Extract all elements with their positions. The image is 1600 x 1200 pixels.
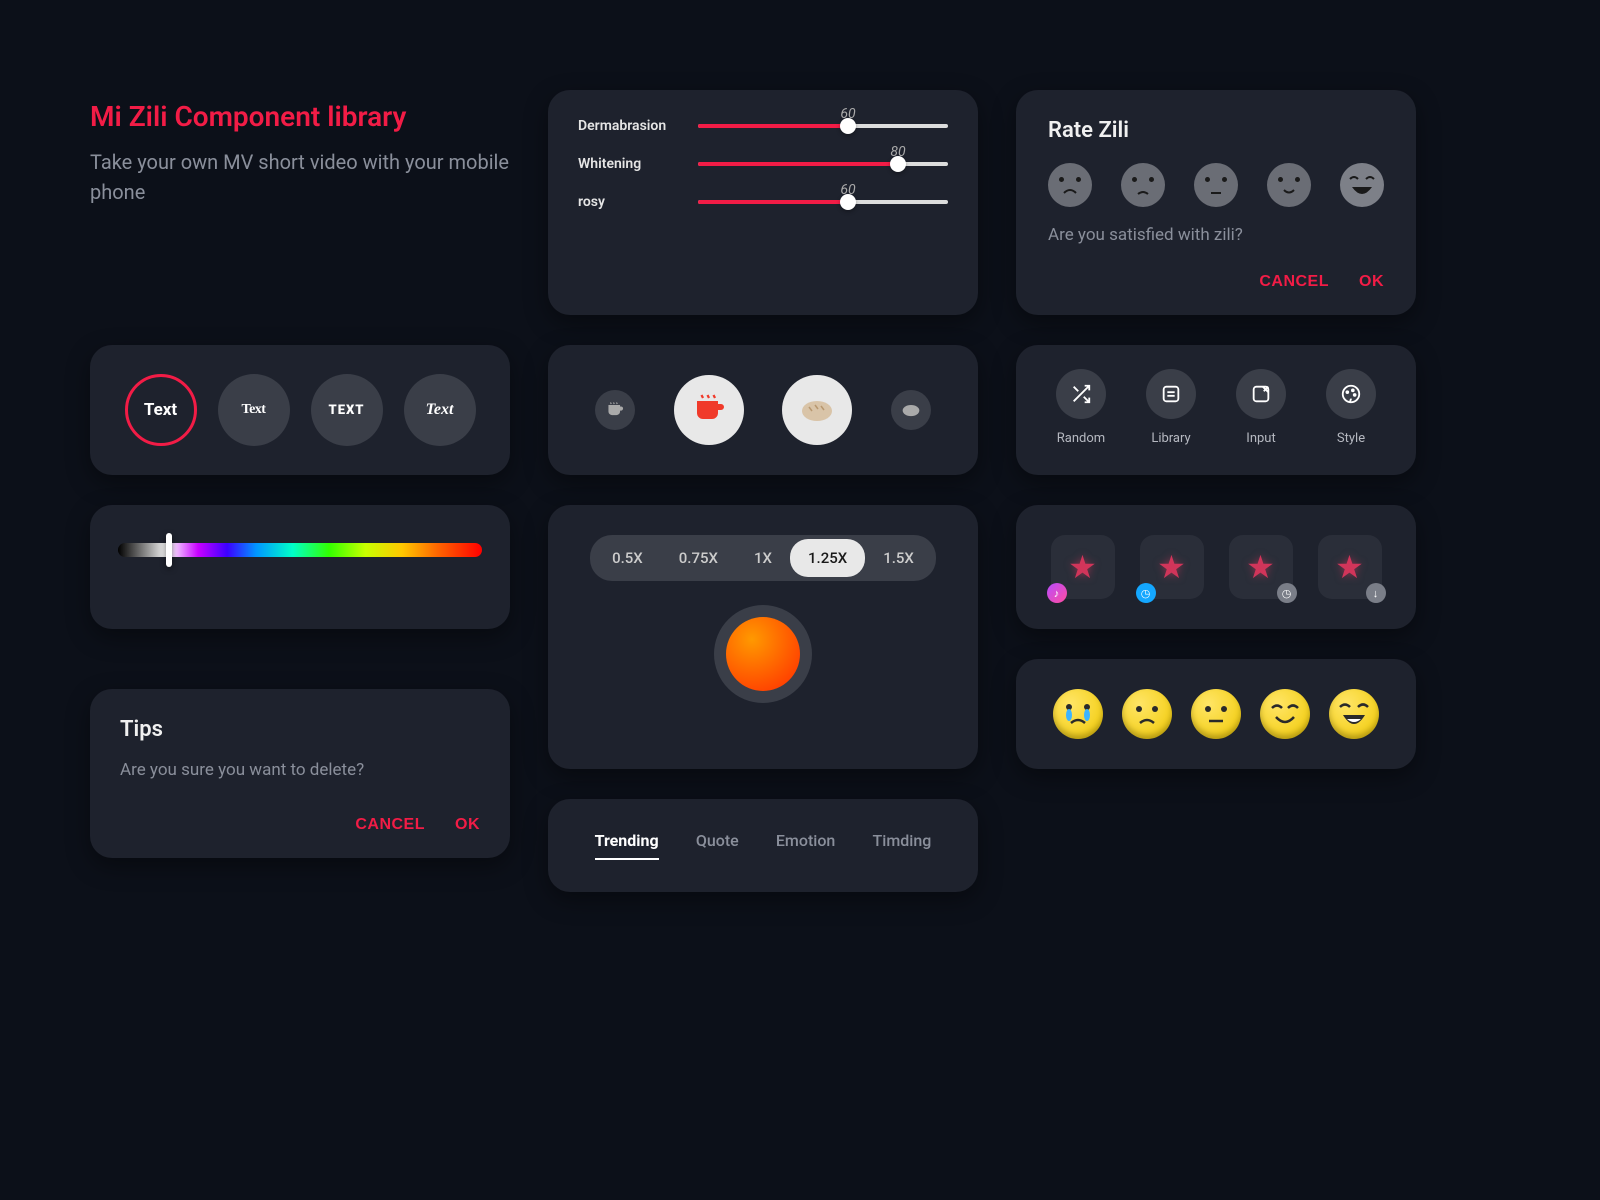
action-label: Random [1057, 431, 1105, 446]
star-icon: ★ [1246, 548, 1275, 586]
slider-label: Dermabrasion [578, 118, 698, 134]
tabs-card: Trending Quote Emotion Timding [548, 799, 978, 892]
rate-dialog: Rate Zili Are you satisfied with zili? C… [1016, 90, 1416, 315]
style-button[interactable]: Style [1326, 369, 1376, 451]
library-icon [1160, 383, 1182, 405]
star-icon: ★ [1157, 548, 1186, 586]
ok-button[interactable]: OK [455, 816, 480, 834]
rate-title: Rate Zili [1048, 118, 1384, 143]
tips-title: Tips [120, 717, 480, 742]
action-buttons-card: Random Library Input Style [1016, 345, 1416, 475]
tab-emotion[interactable]: Emotion [776, 831, 835, 860]
slider-label: rosy [578, 194, 698, 210]
text-style-condensed[interactable]: Text [218, 374, 290, 446]
page-subtitle: Take your own MV short video with your m… [90, 147, 510, 207]
effect-item[interactable]: ★♪ [1051, 535, 1115, 599]
speed-record-card: 0.5X 0.75X 1X 1.25X 1.5X [548, 505, 978, 769]
emoji-sad[interactable] [1122, 689, 1172, 739]
rate-face-neutral[interactable] [1194, 163, 1238, 207]
beauty-sliders-card: Dermabrasion 60 Whitening 80 rosy 60 [548, 90, 978, 315]
rate-face-sad[interactable] [1121, 163, 1165, 207]
effect-item[interactable]: ★◷ [1229, 535, 1293, 599]
tab-timding[interactable]: Timding [873, 831, 932, 860]
text-style-italic[interactable]: Text [404, 374, 476, 446]
music-icon: ♪ [1047, 583, 1067, 603]
speed-segmented: 0.5X 0.75X 1X 1.25X 1.5X [590, 535, 936, 581]
effect-item[interactable]: ★↓ [1318, 535, 1382, 599]
speed-1-25x[interactable]: 1.25X [790, 539, 865, 577]
cancel-button[interactable]: CANCEL [1259, 273, 1329, 291]
slider-label: Whitening [578, 156, 698, 172]
rate-face-crying[interactable] [1048, 163, 1092, 207]
style-icon [1340, 383, 1362, 405]
cancel-button[interactable]: CANCEL [355, 816, 425, 834]
emoji-card [1016, 659, 1416, 769]
star-icon: ★ [1068, 548, 1097, 586]
emoji-happy[interactable] [1260, 689, 1310, 739]
tab-trending[interactable]: Trending [595, 831, 659, 860]
cup-icon[interactable] [674, 375, 744, 445]
ok-button[interactable]: OK [1359, 273, 1384, 291]
color-slider[interactable] [118, 543, 482, 557]
rate-question: Are you satisfied with zili? [1048, 225, 1384, 245]
rate-face-happy[interactable] [1267, 163, 1311, 207]
action-label: Input [1246, 431, 1275, 446]
library-button[interactable]: Library [1146, 369, 1196, 451]
clock-icon: ◷ [1277, 583, 1297, 603]
text-style-normal[interactable]: Text [125, 374, 197, 446]
bread-icon[interactable] [891, 390, 931, 430]
bread-icon[interactable] [782, 375, 852, 445]
dermabrasion-slider[interactable]: 60 [698, 124, 948, 128]
tips-dialog: Tips Are you sure you want to delete? CA… [90, 689, 510, 858]
random-button[interactable]: Random [1056, 369, 1106, 451]
text-style-picker: Text Text TEXT Text [90, 345, 510, 475]
input-icon [1250, 383, 1272, 405]
page-title: Mi Zili Component library [90, 100, 510, 133]
tab-quote[interactable]: Quote [696, 831, 739, 860]
action-label: Library [1151, 431, 1190, 446]
speed-0-75x[interactable]: 0.75X [661, 539, 736, 577]
speed-1x[interactable]: 1X [736, 539, 790, 577]
speed-0-5x[interactable]: 0.5X [594, 539, 661, 577]
page-header: Mi Zili Component library Take your own … [90, 90, 510, 315]
clock-icon: ◷ [1136, 583, 1156, 603]
record-button[interactable] [726, 617, 800, 691]
text-style-bold[interactable]: TEXT [311, 374, 383, 446]
tips-question: Are you sure you want to delete? [120, 760, 480, 780]
speed-1-5x[interactable]: 1.5X [865, 539, 932, 577]
rosy-slider[interactable]: 60 [698, 200, 948, 204]
cup-icon[interactable] [595, 390, 635, 430]
effects-card: ★♪ ★◷ ★◷ ★↓ [1016, 505, 1416, 629]
download-icon: ↓ [1366, 583, 1386, 603]
input-button[interactable]: Input [1236, 369, 1286, 451]
rate-face-laughing[interactable] [1340, 163, 1384, 207]
icon-scale-card [548, 345, 978, 475]
emoji-laughing[interactable] [1329, 689, 1379, 739]
star-icon: ★ [1335, 548, 1364, 586]
shuffle-icon [1070, 383, 1092, 405]
whitening-slider[interactable]: 80 [698, 162, 948, 166]
emoji-neutral[interactable] [1191, 689, 1241, 739]
effect-item[interactable]: ★◷ [1140, 535, 1204, 599]
color-slider-card [90, 505, 510, 629]
emoji-crying[interactable] [1053, 689, 1103, 739]
action-label: Style [1337, 431, 1365, 446]
